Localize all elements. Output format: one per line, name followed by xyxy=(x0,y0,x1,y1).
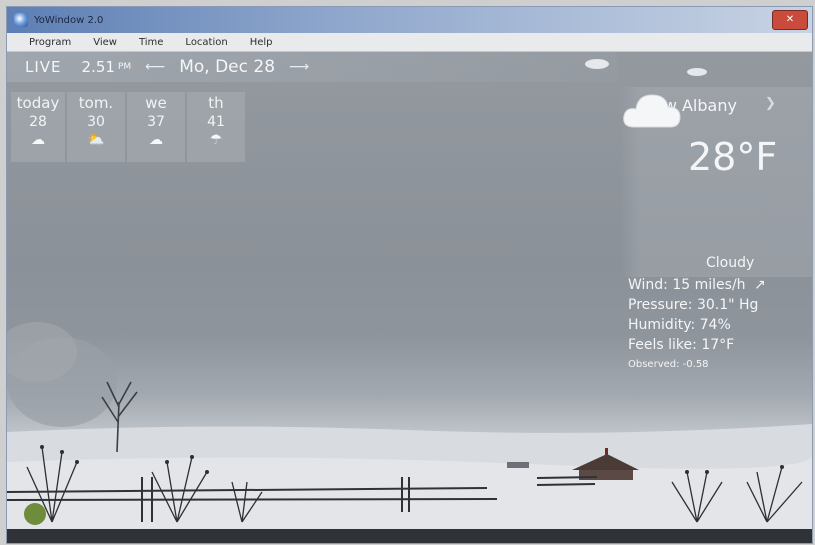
cloud-sun-icon: ⛅ xyxy=(87,132,105,148)
feels-like-label: Feels like: xyxy=(628,337,697,353)
forecast-day-label: tom. xyxy=(78,94,114,112)
time-bar[interactable]: LIVE 2.51 PM ⟵ Mo, Dec 28 ⟶ xyxy=(7,52,617,82)
forecast-day-temp: 30 xyxy=(87,114,105,130)
forecast-day-temp: 37 xyxy=(147,114,165,130)
menu-time[interactable]: Time xyxy=(128,37,174,48)
cloud-rain-icon: ☂ xyxy=(209,132,223,148)
forecast-day-temp: 28 xyxy=(29,114,47,130)
current-time: 2.51 xyxy=(81,58,115,76)
cloud-icon: ☁ xyxy=(31,132,45,148)
arrow-up-right-icon: ↗ xyxy=(754,277,766,293)
wind-row: Wind: 15 miles/h ↗ xyxy=(628,275,766,295)
close-icon[interactable]: ✕ xyxy=(772,10,808,30)
feels-like-value: 17°F xyxy=(701,337,735,353)
wind-label: Wind: xyxy=(628,277,668,293)
time-ampm: PM xyxy=(117,62,132,72)
current-conditions-panel: New Albany ❯ 28°F Cloudy Wind: 15 miles/… xyxy=(620,87,812,370)
observed-row: Observed: -0.58 xyxy=(628,359,709,370)
forecast-day-label: today xyxy=(16,94,60,112)
forecast-day-thursday[interactable]: th 41 ☂ xyxy=(187,92,245,162)
humidity-label: Humidity: xyxy=(628,317,696,333)
app-logo-icon xyxy=(14,13,28,27)
condition-label: Cloudy xyxy=(706,255,755,271)
forecast-day-today[interactable]: today 28 ☁ xyxy=(11,92,65,162)
status-bar xyxy=(7,529,812,543)
forecast-day-label: th xyxy=(208,94,224,112)
chevron-right-icon[interactable]: ❯ xyxy=(765,96,776,111)
arrow-left-icon[interactable]: ⟵ xyxy=(145,59,165,75)
weather-scene[interactable]: LIVE 2.51 PM ⟵ Mo, Dec 28 ⟶ today 28 ☁ t… xyxy=(7,52,812,529)
menu-program[interactable]: Program xyxy=(7,37,82,48)
menu-help[interactable]: Help xyxy=(239,37,284,48)
current-temperature: 28°F xyxy=(688,135,778,179)
humidity-row: Humidity: 74% xyxy=(628,315,766,335)
window-title: YoWindow 2.0 xyxy=(34,14,104,26)
forecast-strip: today 28 ☁ tom. 30 ⛅ we 37 ☁ th 41 ☂ xyxy=(11,92,247,162)
cloud-icon: ☁ xyxy=(149,132,163,148)
title-bar[interactable]: YoWindow 2.0 ✕ xyxy=(7,7,812,33)
menu-bar: Program View Time Location Help xyxy=(7,33,812,52)
observed-label: Observed: xyxy=(628,359,680,370)
menu-location[interactable]: Location xyxy=(174,37,238,48)
weather-details: Wind: 15 miles/h ↗ Pressure: 30.1" Hg Hu… xyxy=(628,275,766,355)
menu-view[interactable]: View xyxy=(82,37,128,48)
cloud-icon xyxy=(623,94,681,128)
wind-value: 15 miles/h xyxy=(672,277,746,293)
forecast-day-wednesday[interactable]: we 37 ☁ xyxy=(127,92,185,162)
forecast-day-temp: 41 xyxy=(207,114,225,130)
forecast-day-label: we xyxy=(145,94,167,112)
feels-like-row: Feels like: 17°F xyxy=(628,335,766,355)
pressure-row: Pressure: 30.1" Hg xyxy=(628,295,766,315)
arrow-right-icon[interactable]: ⟶ xyxy=(289,59,309,75)
observed-value: -0.58 xyxy=(682,359,709,370)
pressure-label: Pressure: xyxy=(628,297,693,313)
forecast-day-tomorrow[interactable]: tom. 30 ⛅ xyxy=(67,92,125,162)
pressure-value: 30.1" Hg xyxy=(696,297,759,313)
current-date: Mo, Dec 28 xyxy=(179,57,276,77)
app-window: YoWindow 2.0 ✕ Program View Time Locatio… xyxy=(6,6,813,544)
live-mode-label[interactable]: LIVE xyxy=(25,58,62,76)
humidity-value: 74% xyxy=(699,317,731,333)
